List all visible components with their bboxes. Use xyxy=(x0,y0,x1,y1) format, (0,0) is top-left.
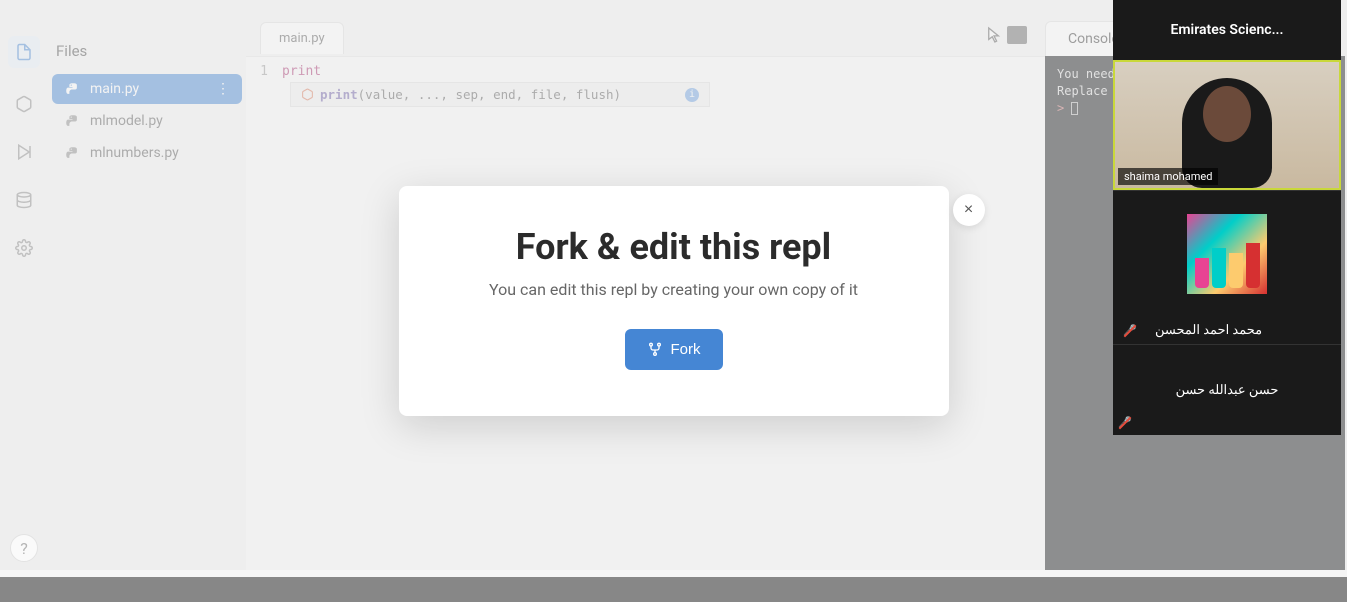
participant-name: محمد احمد المحسن xyxy=(1145,323,1272,338)
participant-no-video: حسن عبدالله حسن xyxy=(1113,345,1341,435)
mic-muted-icon xyxy=(1123,324,1137,338)
participant-name: shaima mohamed xyxy=(1118,168,1218,185)
video-call-panel: Emirates Scienc... shaima mohamed محمد ا… xyxy=(1113,0,1341,435)
participant-video: shaima mohamed xyxy=(1115,62,1339,188)
participant-no-video xyxy=(1113,191,1341,317)
participant-avatar xyxy=(1187,214,1267,294)
participant-tile[interactable]: حسن عبدالله حسن xyxy=(1113,344,1341,435)
close-button[interactable]: × xyxy=(953,194,985,226)
modal-title: Fork & edit this repl xyxy=(429,226,919,268)
fork-button-label: Fork xyxy=(671,341,701,358)
fork-modal: × Fork & edit this repl You can edit thi… xyxy=(399,186,949,416)
mic-muted-icon xyxy=(1118,416,1132,430)
fork-icon xyxy=(647,342,663,358)
participant-name: حسن عبدالله حسن xyxy=(1166,383,1289,398)
fork-button[interactable]: Fork xyxy=(625,329,723,370)
meeting-title: Emirates Scienc... xyxy=(1113,0,1341,60)
modal-subtitle: You can edit this repl by creating your … xyxy=(429,280,919,299)
participant-tile[interactable]: shaima mohamed xyxy=(1113,60,1341,190)
participant-tile[interactable]: محمد احمد المحسن xyxy=(1113,190,1341,344)
